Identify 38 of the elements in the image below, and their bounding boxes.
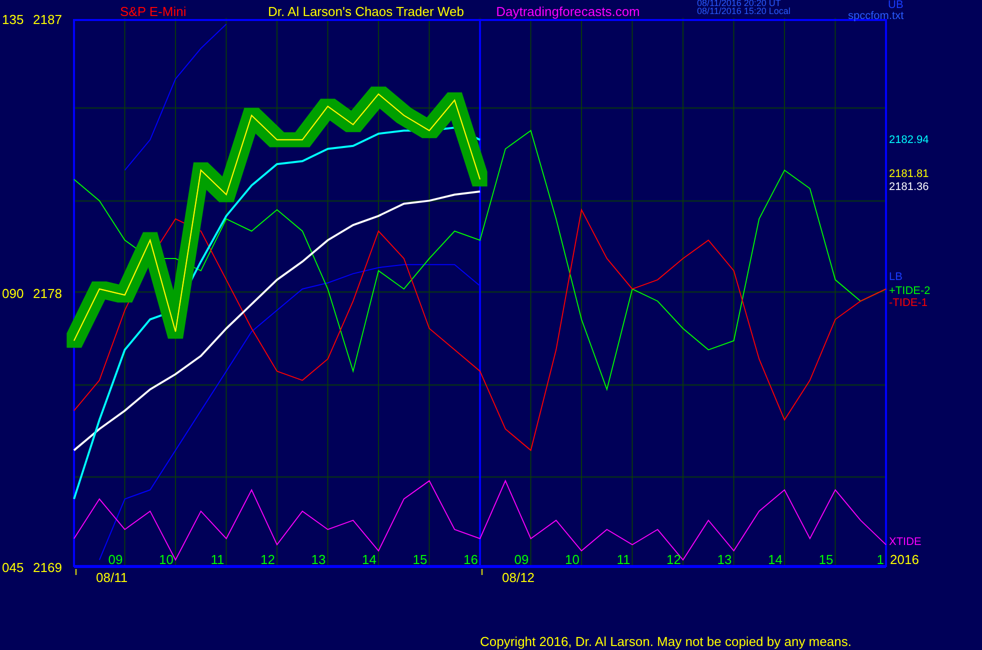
xtide-axis-label: 045 xyxy=(2,560,24,575)
date-label: 08/11 xyxy=(96,570,128,585)
hour-label: 13 xyxy=(717,552,732,567)
series-label: -TIDE-1 xyxy=(889,297,928,309)
hour-label: 11 xyxy=(210,552,224,567)
value-label: 2181.36 xyxy=(889,181,929,193)
date-label: 08/12 xyxy=(502,570,535,585)
file-name: spccfom.txt xyxy=(848,10,904,22)
hour-label: 1 xyxy=(876,552,884,567)
hour-label: 10 xyxy=(565,552,580,567)
hour-label: 14 xyxy=(362,552,376,567)
hour-label: 12 xyxy=(666,552,681,567)
series-label: UB xyxy=(888,0,904,11)
hour-label: 09 xyxy=(514,552,529,567)
copyright-text: Copyright 2016, Dr. Al Larson. May not be copied by any means. xyxy=(480,634,852,649)
timestamp: 08/11/2016 15:20 Local xyxy=(697,6,790,16)
price-axis-label: 2187 xyxy=(33,12,62,27)
xtide-axis-label: 090 xyxy=(2,286,24,301)
price-axis-label: 2169 xyxy=(33,560,62,575)
hour-label: 13 xyxy=(311,552,326,567)
value-label: 2181.81 xyxy=(889,168,929,180)
hour-label: 10 xyxy=(159,552,174,567)
hour-label: 14 xyxy=(768,552,782,567)
year-label: 2016 xyxy=(890,552,919,567)
hour-label: 12 xyxy=(260,552,275,567)
series-label: XTIDE xyxy=(889,536,922,548)
series-label: LB xyxy=(889,271,902,283)
hour-label: 11 xyxy=(616,552,630,567)
price-axis-label: 2178 xyxy=(33,286,62,301)
page-title: Dr. Al Larson's Chaos Trader Web xyxy=(268,4,464,19)
xtide-axis-label: 135 xyxy=(2,12,24,27)
hour-label: 15 xyxy=(412,552,428,567)
hour-label: 09 xyxy=(108,552,123,567)
value-label: 2182.94 xyxy=(889,134,929,146)
hour-label: 15 xyxy=(818,552,834,567)
hour-label: 16 xyxy=(464,552,478,567)
symbol-label: S&P E-Mini xyxy=(120,4,186,19)
series-label: +TIDE-2 xyxy=(889,285,930,297)
